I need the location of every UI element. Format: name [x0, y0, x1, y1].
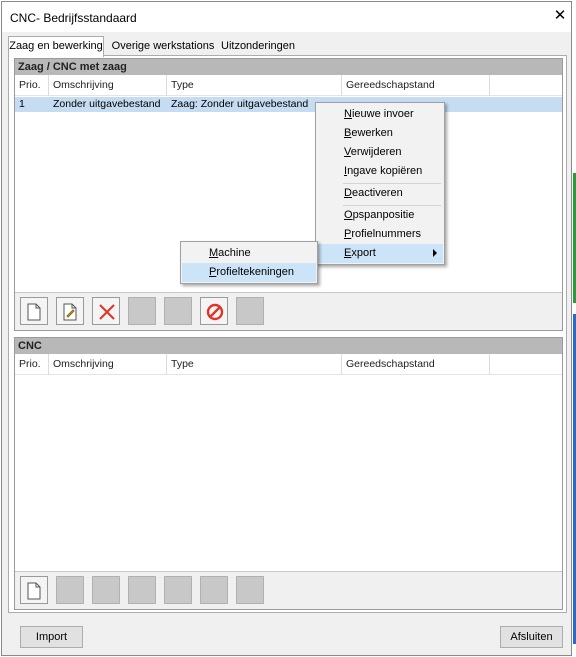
deactivate-button[interactable] — [200, 297, 228, 325]
new-document-icon — [27, 303, 41, 321]
window-title: CNC- Bedrijfsstandaard — [10, 11, 137, 25]
grid-header: Prio. Omschrijving Type Gereedschapstand — [15, 354, 562, 375]
menu-item-bewerken[interactable]: Bewerken — [317, 124, 443, 143]
panel-cnc: CNC Prio. Omschrijving Type Gereedschaps… — [14, 337, 563, 610]
col-header-omschrijving[interactable]: Omschrijving — [49, 75, 167, 96]
delete-button[interactable] — [92, 297, 120, 325]
toolbar-button-disabled[interactable] — [164, 576, 192, 604]
edit-button[interactable] — [56, 297, 84, 325]
col-header-gereedschapstand[interactable]: Gereedschapstand — [342, 354, 490, 375]
afsluiten-button[interactable]: Afsluiten — [500, 626, 563, 648]
tab-content: Zaag / CNC met zaag Prio. Omschrijving T… — [8, 55, 567, 613]
grid-cnc[interactable]: Prio. Omschrijving Type Gereedschapstand — [15, 354, 562, 570]
dialog-window: CNC- Bedrijfsstandaard ✕ Zaag en bewerki… — [1, 1, 572, 656]
menu-item-nieuwe-invoer[interactable]: Nieuwe invoer — [317, 105, 443, 124]
toolbar-zaag — [15, 292, 562, 330]
col-header-gereedschapstand[interactable]: Gereedschapstand — [342, 75, 490, 96]
grid-header: Prio. Omschrijving Type Gereedschapstand — [15, 75, 562, 96]
edit-document-icon — [63, 303, 77, 321]
cell-prio: 1 — [19, 98, 25, 110]
new-document-icon — [27, 582, 41, 600]
col-header-prio[interactable]: Prio. — [15, 75, 49, 96]
tab-label: Uitzonderingen — [221, 40, 295, 52]
toolbar-cnc — [15, 571, 562, 609]
menu-item-verwijderen[interactable]: Verwijderen — [317, 143, 443, 162]
prohibited-icon — [206, 303, 224, 321]
context-menu: Nieuwe invoer Bewerken Verwijderen Ingav… — [315, 102, 445, 265]
tab-label: Overige werkstations — [111, 40, 215, 52]
col-header-type[interactable]: Type — [167, 75, 342, 96]
toolbar-button-disabled[interactable] — [236, 576, 264, 604]
toolbar-button-disabled[interactable] — [128, 297, 156, 325]
new-button[interactable] — [20, 576, 48, 604]
panel-zaag-cnc: Zaag / CNC met zaag Prio. Omschrijving T… — [14, 58, 563, 331]
panel-title: Zaag / CNC met zaag — [15, 59, 562, 75]
menu-item-machine[interactable]: Machine — [182, 244, 316, 263]
col-header-prio[interactable]: Prio. — [15, 354, 49, 375]
toolbar-button-disabled[interactable] — [164, 297, 192, 325]
menu-item-opspanpositie[interactable]: Opspanpositie — [317, 206, 443, 225]
menu-item-export[interactable]: Export — [317, 244, 443, 263]
tab-overige-werkstations[interactable]: Overige werkstations — [111, 38, 215, 56]
title-bar: CNC- Bedrijfsstandaard ✕ — [2, 2, 571, 32]
delete-x-icon — [99, 304, 115, 320]
menu-item-ingave-kopieren[interactable]: Ingave kopiëren — [317, 162, 443, 181]
menu-item-profieltekeningen[interactable]: Profieltekeningen — [182, 263, 316, 282]
toolbar-button-disabled[interactable] — [236, 297, 264, 325]
new-button[interactable] — [20, 297, 48, 325]
toolbar-button-disabled[interactable] — [56, 576, 84, 604]
cell-omschrijving: Zonder uitgavebestand — [53, 98, 161, 110]
tab-uitzonderingen[interactable]: Uitzonderingen — [218, 38, 298, 56]
menu-item-deactiveren[interactable]: Deactiveren — [317, 184, 443, 203]
submenu-arrow-icon — [433, 249, 437, 257]
cell-type: Zaag: Zonder uitgavebestand — [171, 98, 309, 110]
tab-label: Zaag en bewerking — [9, 40, 103, 52]
menu-item-profielnummers[interactable]: Profielnummers — [317, 225, 443, 244]
toolbar-button-disabled[interactable] — [200, 576, 228, 604]
export-submenu: Machine Profieltekeningen — [180, 241, 318, 284]
menu-item-export-label: Export — [344, 247, 376, 259]
tab-zaag-en-bewerking[interactable]: Zaag en bewerking — [8, 36, 104, 57]
col-header-type[interactable]: Type — [167, 354, 342, 375]
toolbar-button-disabled[interactable] — [92, 576, 120, 604]
col-header-omschrijving[interactable]: Omschrijving — [49, 354, 167, 375]
table-row[interactable]: 1 Zonder uitgavebestand Zaag: Zonder uit… — [15, 97, 562, 112]
close-icon[interactable]: ✕ — [551, 7, 569, 25]
import-button[interactable]: Import — [20, 626, 83, 648]
panel-title: CNC — [15, 338, 562, 354]
toolbar-button-disabled[interactable] — [128, 576, 156, 604]
